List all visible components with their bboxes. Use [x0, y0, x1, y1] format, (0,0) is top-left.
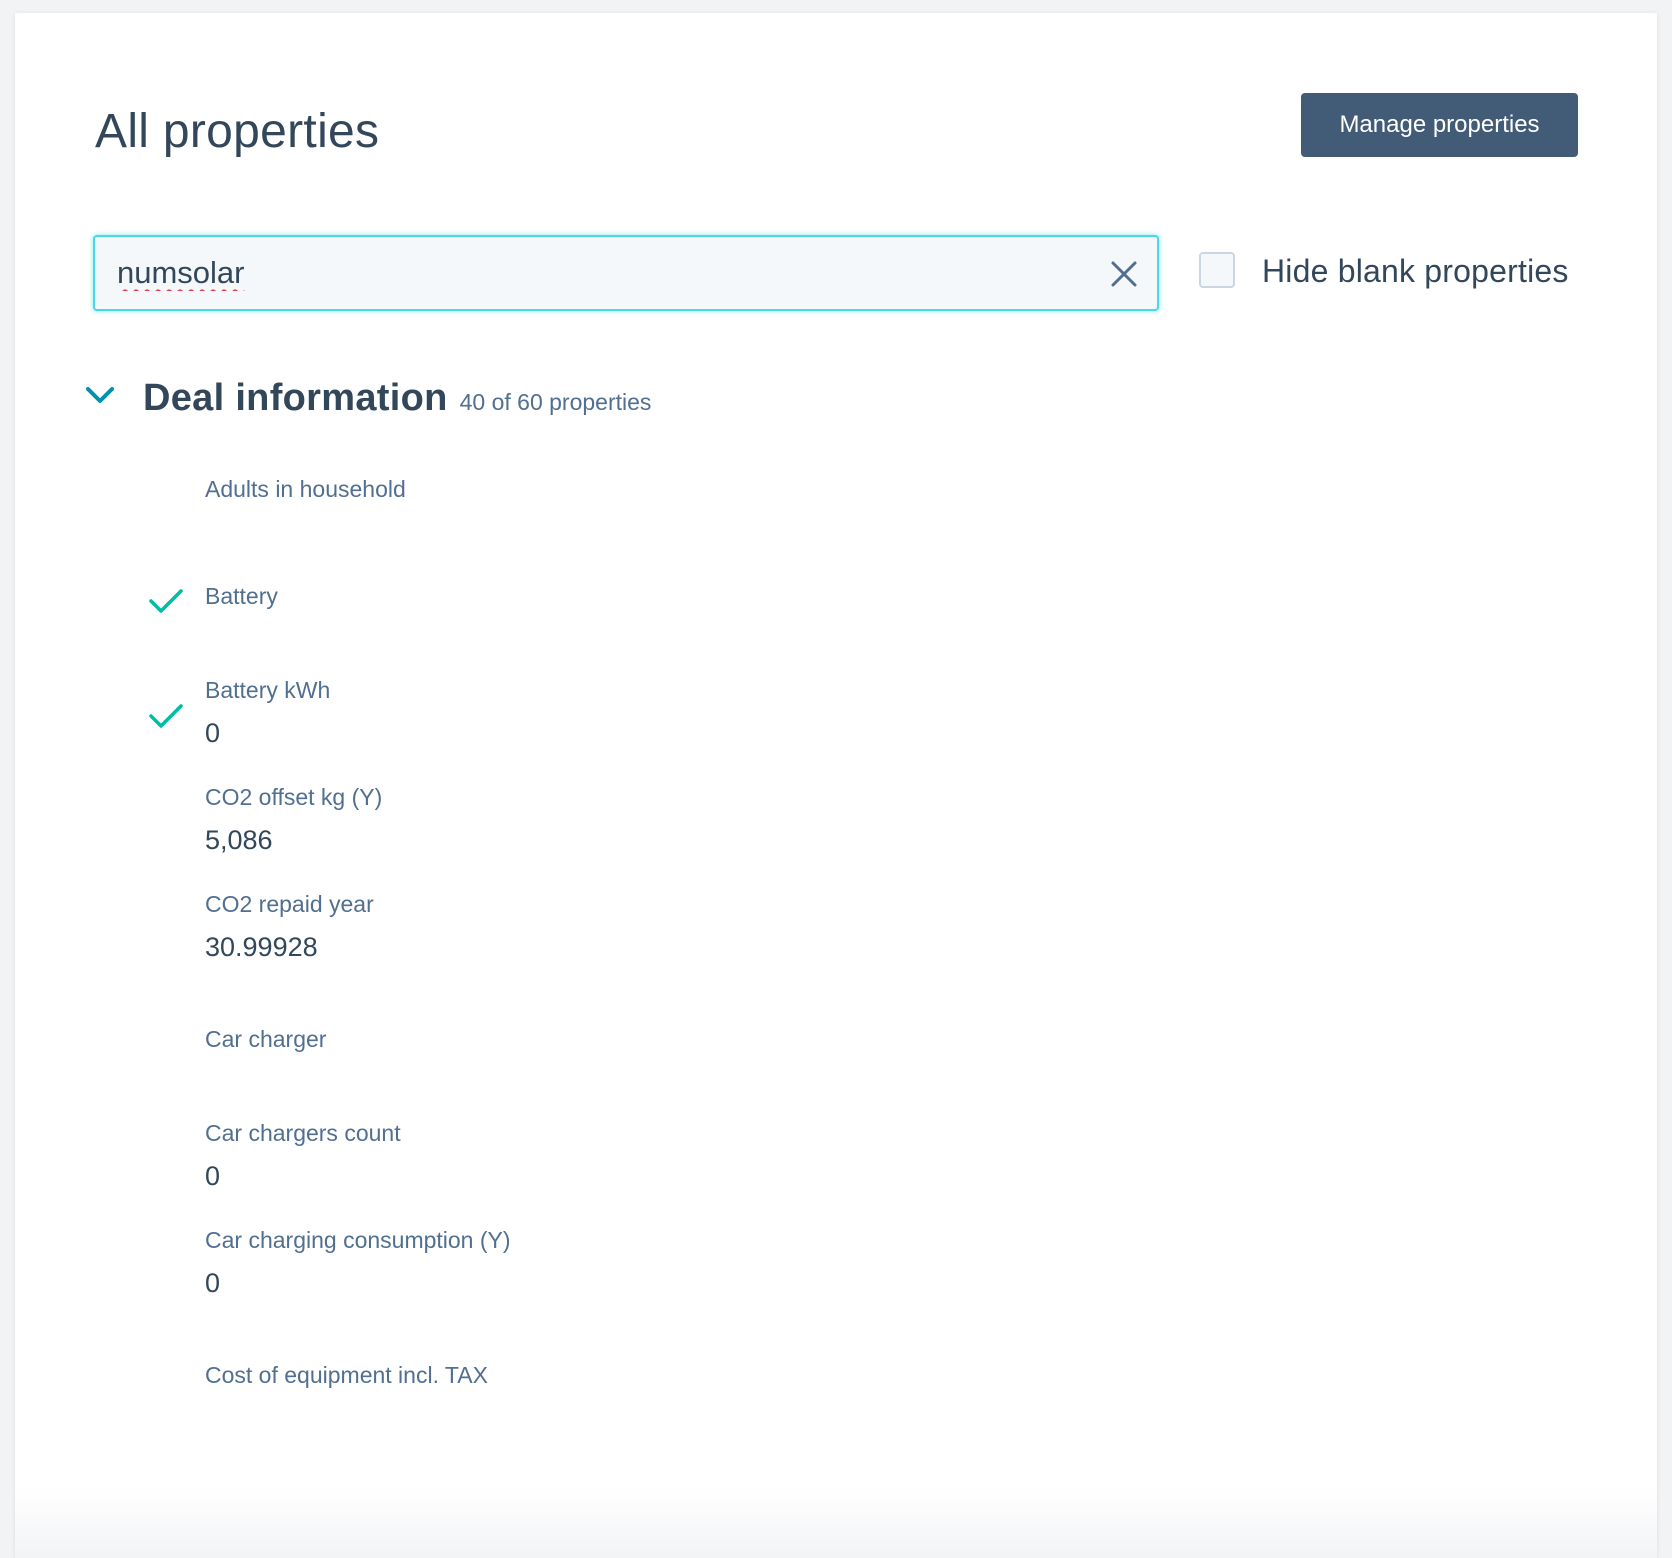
property-label-co2-repaid-year: CO2 repaid year [205, 891, 374, 917]
property-label-car-charger: Car charger [205, 1026, 327, 1052]
property-label-battery-kwh: Battery kWh [205, 677, 331, 703]
hide-blank-checkbox[interactable] [1199, 252, 1235, 288]
search-box [93, 235, 1159, 311]
section-title: Deal information [143, 376, 448, 419]
check-icon [149, 704, 183, 728]
property-value-battery-kwh[interactable]: 0 [205, 720, 220, 747]
property-label-co2-offset: CO2 offset kg (Y) [205, 784, 383, 810]
section-property-count: 40 of 60 properties [459, 388, 652, 415]
property-value-car-chargers-count[interactable]: 0 [205, 1163, 220, 1190]
property-value-car-charging-consumption[interactable]: 0 [205, 1270, 220, 1297]
property-value-co2-offset[interactable]: 5,086 [205, 827, 273, 854]
hide-blank-label[interactable]: Hide blank properties [1262, 255, 1569, 287]
property-label-cost-of-equipment: Cost of equipment incl. TAX [205, 1362, 488, 1388]
search-input[interactable] [117, 251, 1057, 295]
deal-information-section-header[interactable]: Deal information 40 of 60 properties [83, 373, 651, 423]
close-icon[interactable] [1107, 257, 1141, 291]
chevron-down-icon[interactable] [83, 378, 117, 412]
property-label-car-chargers-count: Car chargers count [205, 1120, 401, 1146]
check-icon [149, 589, 183, 613]
property-label-battery: Battery [205, 583, 278, 609]
property-value-co2-repaid-year[interactable]: 30.99928 [205, 934, 318, 961]
property-label-adults-in-household: Adults in household [205, 476, 406, 502]
page-title: All properties [95, 105, 380, 158]
property-label-car-charging-consumption: Car charging consumption (Y) [205, 1227, 511, 1253]
properties-panel: All properties Manage properties Hide bl… [15, 13, 1657, 1558]
manage-properties-button[interactable]: Manage properties [1301, 93, 1578, 157]
scroll-fade [15, 1488, 1657, 1558]
